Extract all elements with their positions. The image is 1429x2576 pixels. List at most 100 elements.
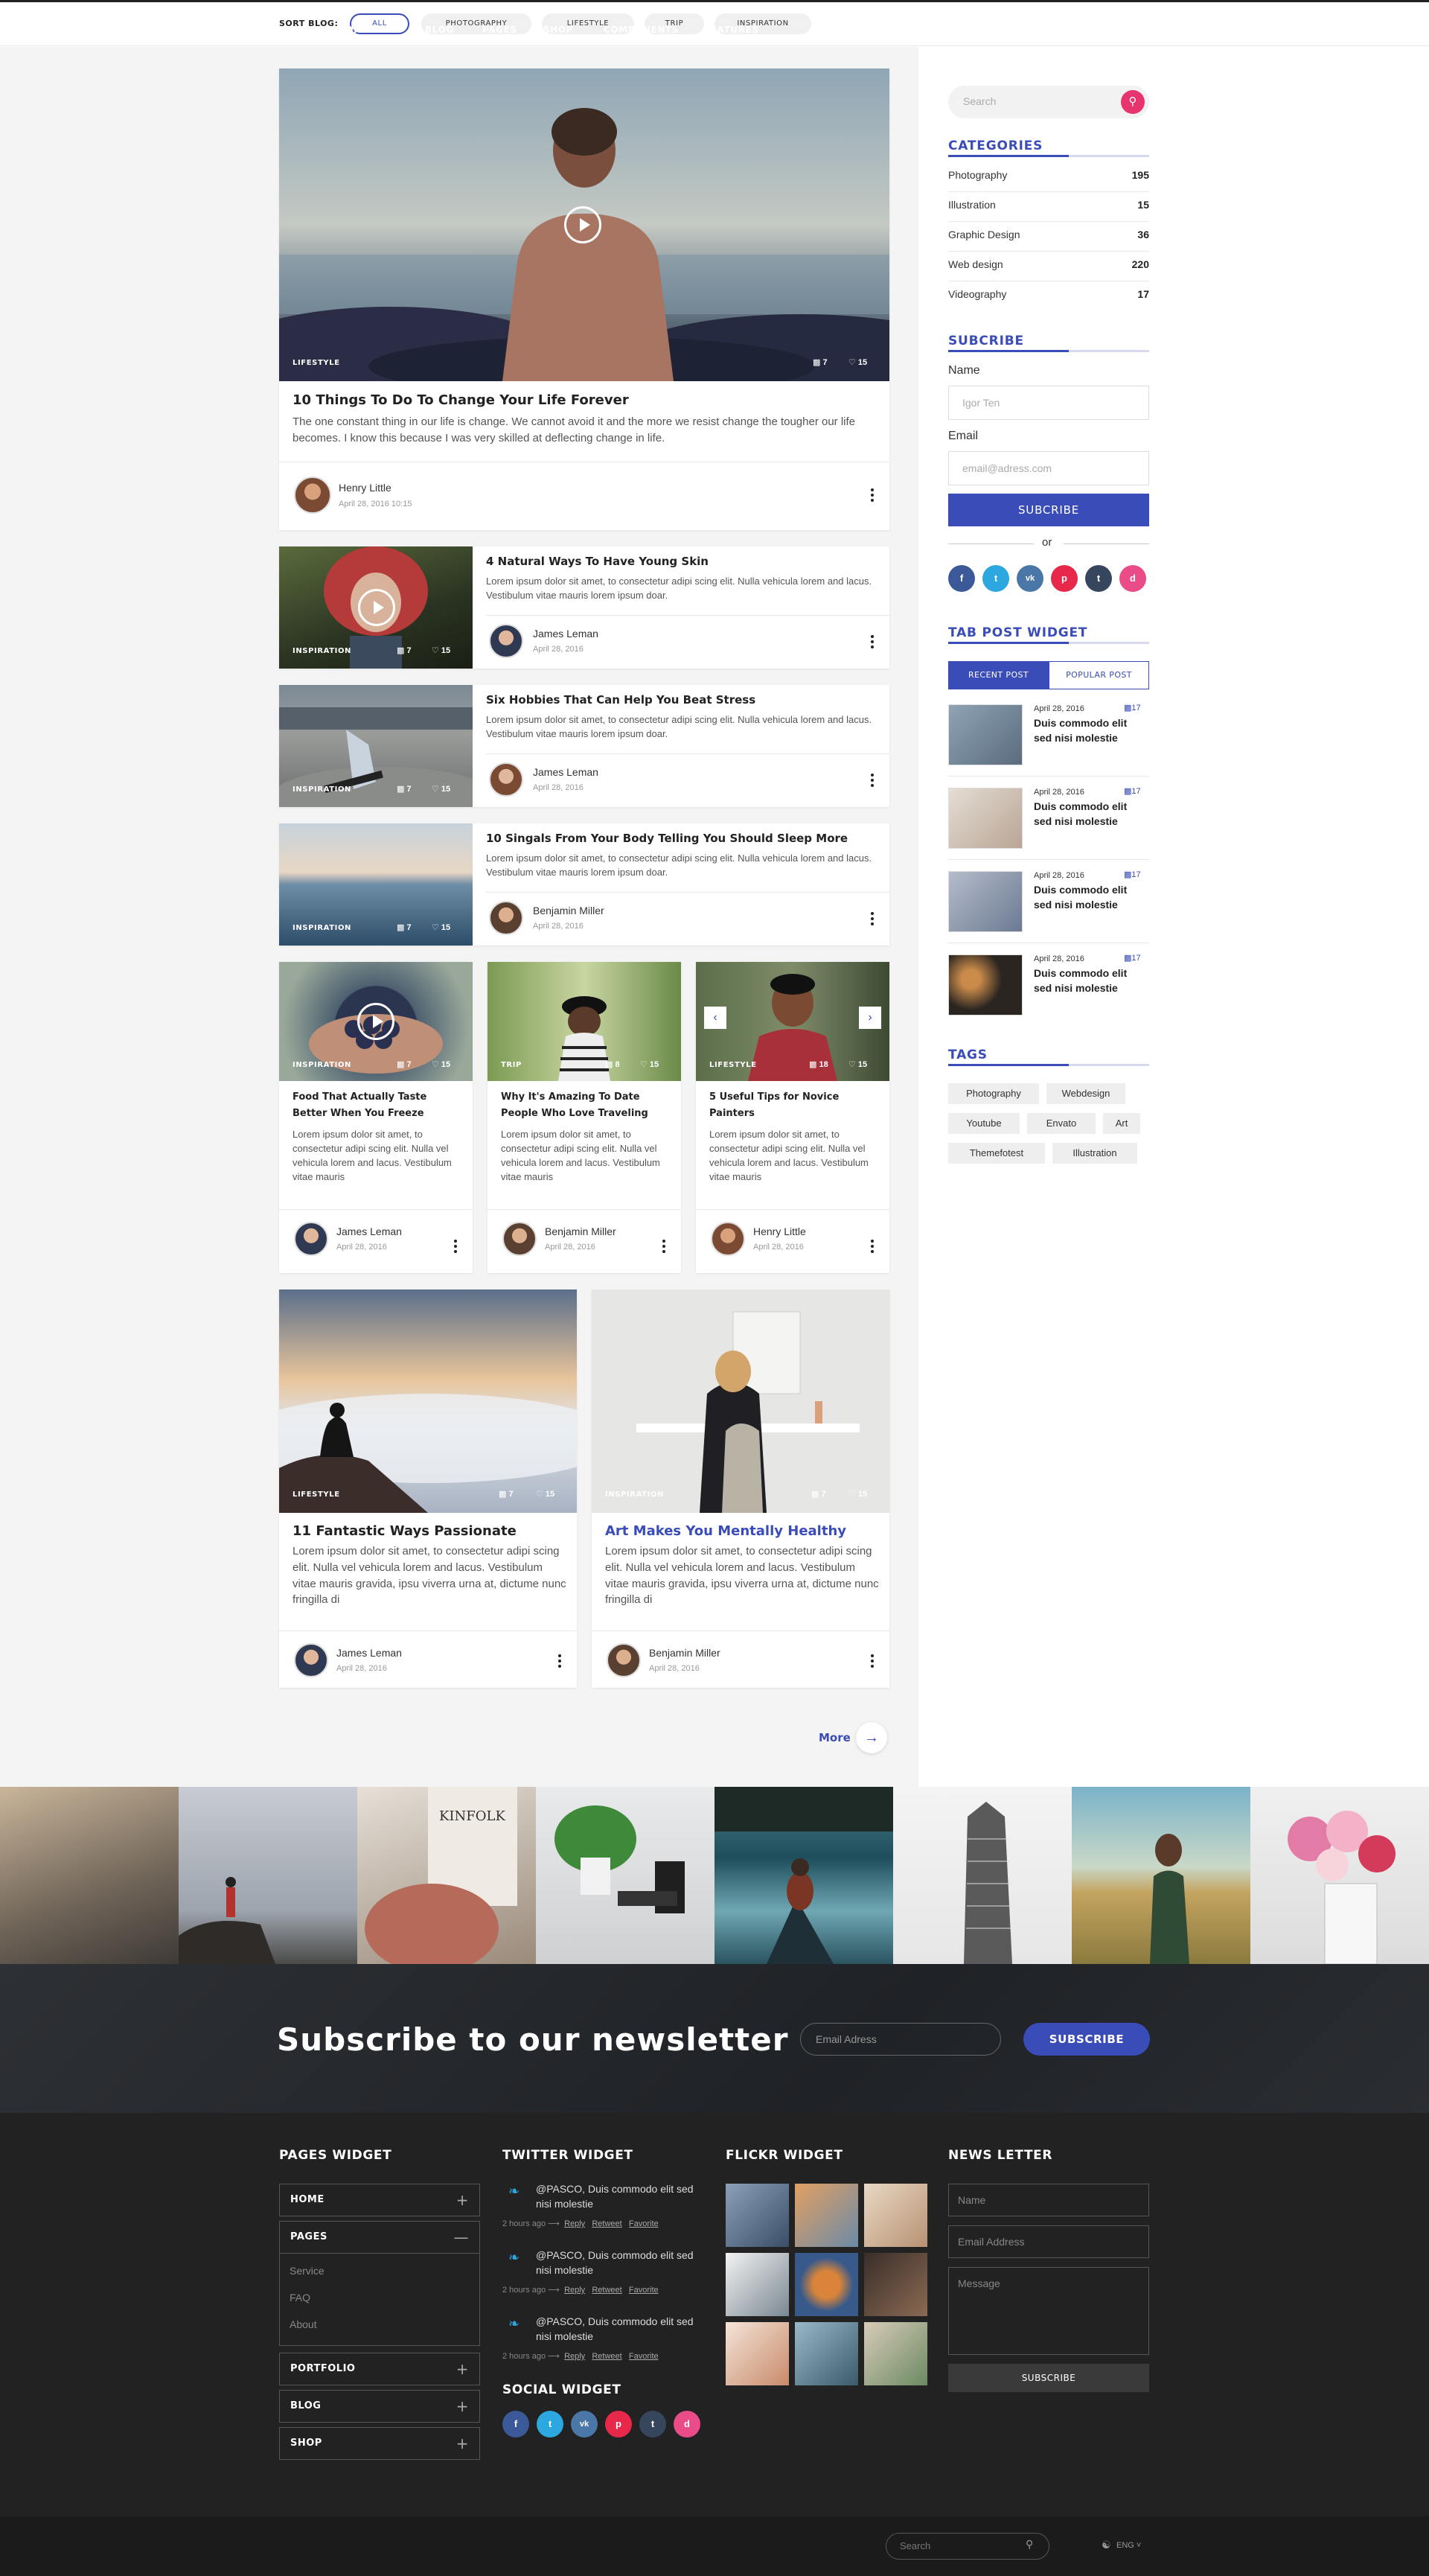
like-count[interactable]: ♡ 15 xyxy=(848,357,867,367)
play-video-icon[interactable] xyxy=(564,206,601,243)
post-title[interactable]: 4 Natural Ways To Have Young Skin xyxy=(486,555,880,568)
author-name[interactable]: James Leman xyxy=(533,766,598,778)
post-title[interactable]: 10 Singals From Your Body Telling You Sh… xyxy=(486,832,880,845)
flickr-photo[interactable] xyxy=(795,2253,858,2316)
accordion-home[interactable]: HOME + xyxy=(279,2184,480,2216)
tab-post-title[interactable]: Duis commodo elit sed nisi molestie xyxy=(1034,966,1145,995)
flickr-photo[interactable] xyxy=(795,2184,858,2247)
tumblr-icon[interactable]: t xyxy=(639,2411,666,2438)
like-count[interactable]: ♡ 15 xyxy=(640,1059,659,1069)
pinterest-icon[interactable]: p xyxy=(605,2411,632,2438)
accordion-blog[interactable]: BLOG + xyxy=(279,2390,480,2423)
author-name[interactable]: James Leman xyxy=(336,1647,402,1659)
slider-next-arrow-icon[interactable]: › xyxy=(859,1007,881,1029)
tag-link[interactable]: Illustration xyxy=(1052,1143,1137,1164)
like-count[interactable]: ♡ 15 xyxy=(432,922,450,932)
facebook-icon[interactable]: f xyxy=(502,2411,529,2438)
more-options-icon[interactable] xyxy=(871,1654,874,1670)
author-avatar[interactable] xyxy=(489,624,523,658)
category-link[interactable]: Photography xyxy=(948,169,1007,181)
flickr-photo[interactable] xyxy=(864,2253,927,2316)
category-link[interactable]: Web design xyxy=(948,258,1003,270)
tab-post-thumbnail[interactable] xyxy=(948,788,1023,849)
post-category-badge[interactable]: INSPIRATION xyxy=(292,1061,351,1069)
accordion-shop[interactable]: SHOP + xyxy=(279,2427,480,2460)
category-link[interactable]: Videography xyxy=(948,288,1006,300)
submenu-link[interactable]: About xyxy=(290,2318,317,2330)
wide-post-image[interactable] xyxy=(592,1289,889,1513)
author-name[interactable]: Henry Little xyxy=(753,1225,806,1237)
footer-search-input[interactable]: Search xyxy=(886,2533,1049,2560)
post-title[interactable]: Food That Actually Taste Better When You… xyxy=(292,1089,460,1122)
tab-post-title[interactable]: Duis commodo elit sed nisi molestie xyxy=(1034,800,1145,829)
author-avatar[interactable] xyxy=(294,476,331,514)
nav-shop[interactable]: SHOP xyxy=(543,25,573,35)
accordion-portfolio[interactable]: PORTFOLIO + xyxy=(279,2353,480,2385)
post-title[interactable]: Art Makes You Mentally Healthy xyxy=(605,1523,880,1539)
instagram-photo[interactable]: KINFOLK xyxy=(357,1787,536,1964)
tab-post-title[interactable]: Duis commodo elit sed nisi molestie xyxy=(1034,883,1145,912)
tag-link[interactable]: Envato xyxy=(1027,1113,1096,1134)
facebook-icon[interactable]: f xyxy=(948,565,975,592)
submenu-link[interactable]: FAQ xyxy=(290,2292,310,2304)
search-icon[interactable]: ⚲ xyxy=(1026,2538,1033,2551)
author-name[interactable]: Henry Little xyxy=(339,482,391,494)
footer-name-field[interactable]: Name xyxy=(948,2184,1149,2216)
instagram-photo[interactable] xyxy=(893,1787,1072,1964)
tab-post-title[interactable]: Duis commodo elit sed nisi molestie xyxy=(1034,716,1145,745)
more-options-icon[interactable] xyxy=(558,1654,561,1670)
tag-link[interactable]: Photography xyxy=(948,1083,1039,1104)
post-category-badge[interactable]: INSPIRATION xyxy=(292,924,351,932)
reply-link[interactable]: Reply xyxy=(564,2219,585,2228)
flickr-photo[interactable] xyxy=(726,2322,789,2385)
post-category-badge[interactable]: TRIP xyxy=(501,1061,522,1069)
reply-link[interactable]: Reply xyxy=(564,2352,585,2361)
like-count[interactable]: ♡ 15 xyxy=(432,784,450,794)
author-avatar[interactable] xyxy=(489,901,523,935)
post-category-badge[interactable]: LIFESTYLE xyxy=(709,1061,757,1069)
like-count[interactable]: ♡ 15 xyxy=(536,1489,554,1499)
nav-components[interactable]: COMPONENTS xyxy=(604,25,679,35)
author-avatar[interactable] xyxy=(294,1643,328,1677)
nav-home[interactable]: HOME xyxy=(279,25,311,35)
pinterest-icon[interactable]: p xyxy=(1051,565,1078,592)
more-options-icon[interactable] xyxy=(454,1240,457,1255)
subscribe-button[interactable]: SUBCRIBE xyxy=(948,494,1149,526)
flickr-photo[interactable] xyxy=(795,2322,858,2385)
dribbble-icon[interactable]: d xyxy=(674,2411,700,2438)
nav-features[interactable]: FEATURES xyxy=(704,25,759,35)
more-link[interactable]: More xyxy=(819,1731,851,1744)
post-title[interactable]: Why It's Amazing To Date People Who Love… xyxy=(501,1089,668,1122)
footer-email-field[interactable]: Email Address xyxy=(948,2225,1149,2258)
post-category-badge[interactable]: LIFESTYLE xyxy=(292,359,340,367)
instagram-photo[interactable] xyxy=(714,1787,893,1964)
play-video-icon[interactable] xyxy=(357,1003,394,1040)
favorite-link[interactable]: Favorite xyxy=(629,2219,659,2228)
more-options-icon[interactable] xyxy=(871,774,874,789)
author-avatar[interactable] xyxy=(607,1643,641,1677)
footer-message-field[interactable]: Message xyxy=(948,2267,1149,2355)
post-title[interactable]: Six Hobbies That Can Help You Beat Stres… xyxy=(486,693,880,707)
vk-icon[interactable]: vk xyxy=(571,2411,598,2438)
search-icon[interactable]: ⚲ xyxy=(1121,90,1145,114)
retweet-link[interactable]: Retweet xyxy=(592,2219,621,2228)
submenu-link[interactable]: Service xyxy=(290,2265,325,2277)
email-field[interactable]: email@adress.com xyxy=(948,451,1149,485)
post-category-badge[interactable]: INSPIRATION xyxy=(605,1491,664,1499)
author-avatar[interactable] xyxy=(489,762,523,797)
newsletter-subscribe-button[interactable]: SUBSCRIBE xyxy=(1023,2023,1150,2056)
slider-prev-arrow-icon[interactable]: ‹ xyxy=(704,1007,726,1029)
tag-link[interactable]: Youtube xyxy=(948,1113,1020,1134)
dribbble-icon[interactable]: d xyxy=(1119,565,1146,592)
tag-link[interactable]: Webdesign xyxy=(1046,1083,1125,1104)
nav-blog[interactable]: BLOG xyxy=(425,25,454,35)
more-options-icon[interactable] xyxy=(871,488,874,504)
instagram-photo[interactable] xyxy=(536,1787,714,1964)
play-video-icon[interactable] xyxy=(358,589,395,626)
post-title[interactable]: 10 Things To Do To Change Your Life Fore… xyxy=(292,392,873,408)
author-name[interactable]: James Leman xyxy=(533,628,598,640)
favorite-link[interactable]: Favorite xyxy=(629,2352,659,2361)
wide-post-image[interactable] xyxy=(279,1289,577,1513)
post-category-badge[interactable]: LIFESTYLE xyxy=(292,1491,340,1499)
author-name[interactable]: Benjamin Miller xyxy=(545,1225,616,1237)
